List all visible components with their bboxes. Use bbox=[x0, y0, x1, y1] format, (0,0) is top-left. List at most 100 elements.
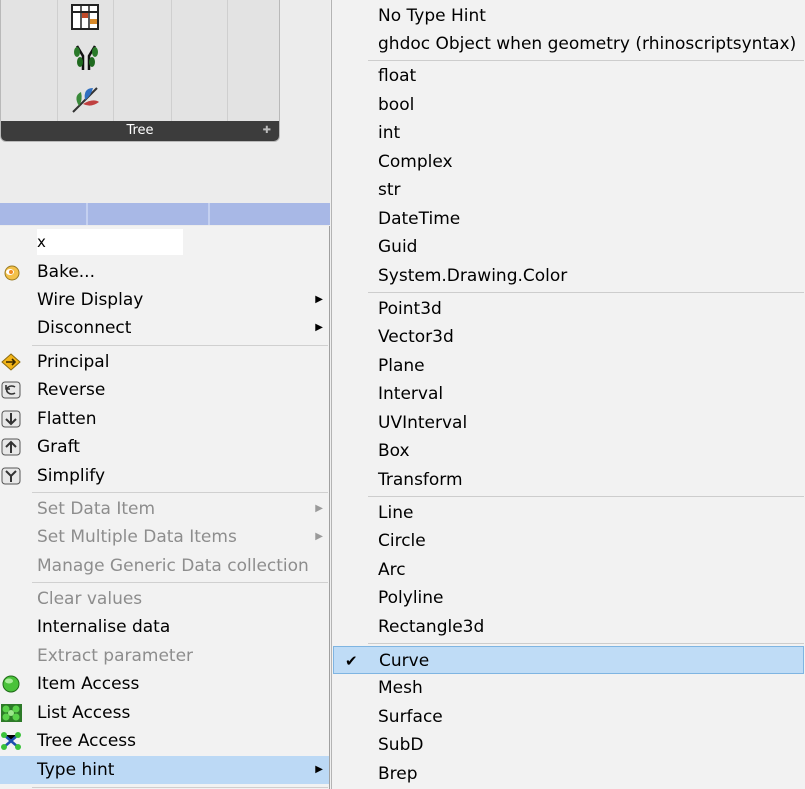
menu-item-type-hint[interactable]: Type hint ▶ bbox=[0, 756, 329, 784]
menu-separator bbox=[32, 492, 328, 493]
menu-item-tree-access[interactable]: Tree Access bbox=[0, 727, 329, 755]
type-hint-item[interactable]: No Type Hint bbox=[332, 2, 805, 30]
item-access-icon bbox=[2, 675, 20, 693]
type-hint-item-checked[interactable]: ✔ Curve bbox=[333, 646, 804, 674]
menu-item-wire-display[interactable]: Wire Display ▶ bbox=[0, 286, 329, 314]
submenu-arrow-icon: ▶ bbox=[315, 322, 323, 333]
menu-item-list-access[interactable]: List Access bbox=[0, 699, 329, 727]
menu-item-label: Graft bbox=[37, 437, 80, 457]
graft-icon bbox=[1, 438, 21, 456]
menu-separator bbox=[368, 292, 804, 293]
component-strip bbox=[0, 203, 330, 225]
type-hint-label: Vector3d bbox=[378, 327, 454, 347]
type-hint-item[interactable]: Arc bbox=[332, 556, 805, 584]
simplify-icon bbox=[1, 467, 21, 485]
type-hint-label: Interval bbox=[378, 384, 444, 404]
type-hint-label: Arc bbox=[378, 560, 406, 580]
type-hint-item[interactable]: int bbox=[332, 119, 805, 147]
type-hint-item[interactable]: Rectangle3d bbox=[332, 613, 805, 641]
strip-divider bbox=[86, 203, 88, 225]
menu-separator bbox=[32, 582, 328, 583]
type-hint-submenu: No Type Hint ghdoc Object when geometry … bbox=[331, 0, 805, 789]
type-hint-item[interactable]: System.Drawing.Color bbox=[332, 262, 805, 290]
type-hint-label: Box bbox=[378, 441, 410, 461]
menu-separator bbox=[368, 643, 804, 644]
type-hint-item[interactable]: Complex bbox=[332, 148, 805, 176]
menu-item-label: Tree Access bbox=[37, 731, 137, 751]
type-hint-item[interactable]: Surface bbox=[332, 703, 805, 731]
menu-item-internalise-data[interactable]: Internalise data bbox=[0, 613, 329, 641]
type-hint-item[interactable]: str bbox=[332, 176, 805, 204]
submenu-arrow-icon: ▶ bbox=[315, 531, 323, 542]
menu-item-bake[interactable]: Bake... bbox=[0, 258, 329, 286]
menu-item-label: Clear values bbox=[37, 589, 143, 609]
type-hint-item[interactable]: UVInterval bbox=[332, 409, 805, 437]
menu-item-label: Internalise data bbox=[37, 617, 171, 637]
tree-branch-icon[interactable] bbox=[69, 42, 103, 72]
menu-item-label: Item Access bbox=[37, 674, 140, 694]
menu-item-label: Bake... bbox=[37, 262, 95, 282]
tree-table-icon[interactable] bbox=[69, 2, 103, 32]
parameter-name-input[interactable] bbox=[37, 229, 183, 255]
menu-item-reverse[interactable]: Reverse bbox=[0, 376, 329, 404]
tree-leaf-icon[interactable] bbox=[69, 84, 103, 114]
menu-item-label: Set Data Item bbox=[37, 499, 156, 519]
tree-caption-label: Tree bbox=[126, 123, 154, 138]
type-hint-item[interactable]: DateTime bbox=[332, 205, 805, 233]
menu-separator bbox=[368, 60, 804, 61]
menu-separator bbox=[32, 787, 328, 788]
type-hint-label: Rectangle3d bbox=[378, 617, 485, 637]
checkmark-icon: ✔ bbox=[345, 652, 358, 670]
menu-item-set-data-item: Set Data Item ▶ bbox=[0, 495, 329, 523]
submenu-arrow-icon: ▶ bbox=[315, 764, 323, 775]
type-hint-item[interactable]: Interval bbox=[332, 380, 805, 408]
type-hint-label: str bbox=[378, 180, 401, 200]
menu-item-disconnect[interactable]: Disconnect ▶ bbox=[0, 314, 329, 342]
type-hint-label: ghdoc Object when geometry (rhinoscripts… bbox=[378, 34, 797, 54]
type-hint-label: Brep bbox=[378, 764, 418, 784]
menu-item-flatten[interactable]: Flatten bbox=[0, 405, 329, 433]
menu-item-label: Manage Generic Data collection bbox=[37, 556, 309, 576]
type-hint-label: SubD bbox=[378, 735, 424, 755]
menu-item-clear-values: Clear values bbox=[0, 585, 329, 613]
submenu-arrow-icon: ▶ bbox=[315, 294, 323, 305]
type-hint-item[interactable]: bool bbox=[332, 91, 805, 119]
panel-divider bbox=[227, 0, 228, 122]
menu-item-principal[interactable]: Principal bbox=[0, 348, 329, 376]
menu-item-label: Reverse bbox=[37, 380, 106, 400]
menu-item-simplify[interactable]: Simplify bbox=[0, 462, 329, 490]
menu-item-item-access[interactable]: Item Access bbox=[0, 670, 329, 698]
type-hint-item[interactable]: float bbox=[332, 62, 805, 90]
type-hint-item[interactable]: Line bbox=[332, 499, 805, 527]
type-hint-item[interactable]: Polyline bbox=[332, 584, 805, 612]
panel-divider bbox=[113, 0, 114, 122]
tree-component-panel: Tree ✚ bbox=[0, 0, 280, 142]
type-hint-item[interactable]: Mesh bbox=[332, 674, 805, 702]
type-hint-item[interactable]: Circle bbox=[332, 527, 805, 555]
menu-item-label: Extract parameter bbox=[37, 646, 194, 666]
type-hint-item[interactable]: Transform bbox=[332, 466, 805, 494]
tree-access-icon bbox=[1, 732, 21, 750]
menu-item-graft[interactable]: Graft bbox=[0, 433, 329, 461]
expand-icon[interactable]: ✚ bbox=[263, 121, 271, 141]
type-hint-item[interactable]: SubD bbox=[332, 731, 805, 759]
strip-divider bbox=[208, 203, 210, 225]
panel-divider bbox=[57, 0, 58, 122]
type-hint-item[interactable]: Guid bbox=[332, 233, 805, 261]
type-hint-label: No Type Hint bbox=[378, 6, 486, 26]
type-hint-label: Curve bbox=[379, 651, 430, 671]
flatten-icon bbox=[1, 410, 21, 428]
type-hint-item[interactable]: Vector3d bbox=[332, 323, 805, 351]
type-hint-item[interactable]: Point3d bbox=[332, 295, 805, 323]
reverse-icon bbox=[1, 381, 21, 399]
principal-icon bbox=[1, 353, 21, 371]
type-hint-label: Plane bbox=[378, 356, 425, 376]
menu-item-label: Wire Display bbox=[37, 290, 144, 310]
type-hint-item[interactable]: Brep bbox=[332, 760, 805, 788]
type-hint-item[interactable]: ghdoc Object when geometry (rhinoscripts… bbox=[332, 30, 805, 58]
type-hint-item[interactable]: Box bbox=[332, 437, 805, 465]
type-hint-item[interactable]: Plane bbox=[332, 352, 805, 380]
menu-item-label: Principal bbox=[37, 352, 110, 372]
list-access-icon bbox=[1, 704, 22, 722]
type-hint-label: Surface bbox=[378, 707, 443, 727]
